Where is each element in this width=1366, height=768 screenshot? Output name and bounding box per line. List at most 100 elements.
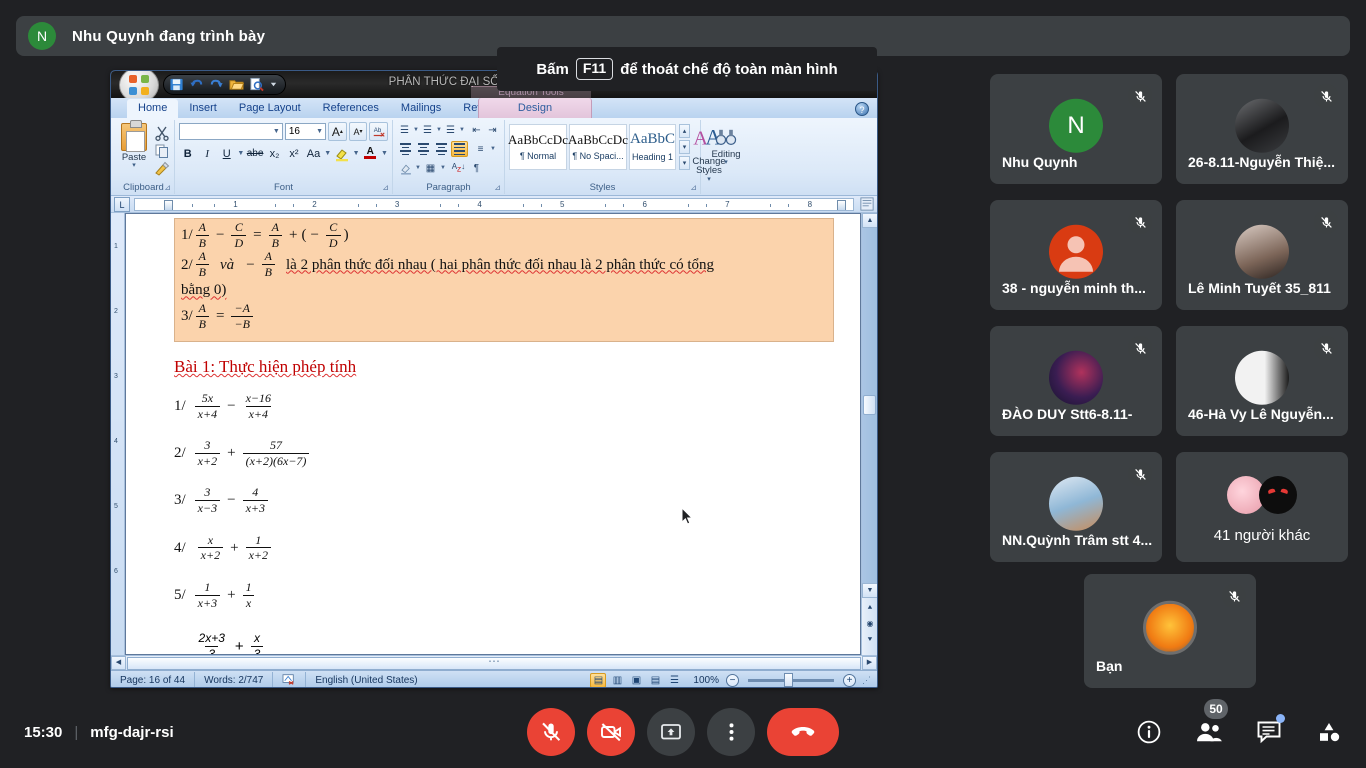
paragraph-dialog-launcher[interactable]: ⊿ xyxy=(494,183,501,192)
horizontal-ruler[interactable]: 1 2 3 4 5 6 7 8 xyxy=(134,197,854,211)
participant-tile-5[interactable]: 46-Hà Vy Lê Nguyễn... xyxy=(1176,326,1348,436)
ruler-row[interactable]: L 1 2 3 4 5 6 7 8 xyxy=(111,196,877,213)
zoom-slider-handle[interactable] xyxy=(784,673,794,687)
more-options-button[interactable] xyxy=(707,708,755,756)
change-case-button[interactable]: Aa xyxy=(305,144,322,163)
participant-tile-6[interactable]: NN.Quỳnh Trâm stt 4... xyxy=(990,452,1162,562)
borders-icon[interactable]: ▦ xyxy=(422,160,439,176)
select-browse-object-button[interactable]: ◉ xyxy=(864,619,876,631)
cut-icon[interactable] xyxy=(154,125,170,141)
left-indent-marker[interactable] xyxy=(163,199,173,210)
multilevel-list-icon[interactable]: ☰ xyxy=(443,122,458,138)
change-case-dropdown-icon[interactable]: ▼ xyxy=(324,150,331,157)
print-layout-icon[interactable]: ▤ xyxy=(590,673,607,687)
document-area[interactable]: 1 2 3 4 5 6 1/ AB − CD = AB + (− C D) … xyxy=(111,213,877,655)
line-spacing-icon[interactable]: ≡ xyxy=(472,141,489,157)
scroll-left-button[interactable]: ◀ xyxy=(111,656,126,670)
clipboard-dialog-launcher[interactable]: ⊿ xyxy=(164,183,171,192)
activities-icon[interactable] xyxy=(1312,715,1346,749)
font-dialog-launcher[interactable]: ⊿ xyxy=(382,183,389,192)
show-everyone-icon[interactable]: 50 xyxy=(1192,699,1228,749)
grow-font-button[interactable]: A ▴ xyxy=(328,122,347,141)
right-indent-marker[interactable] xyxy=(836,199,846,210)
next-page-icon[interactable]: ⯆ xyxy=(864,635,876,647)
bold-button[interactable]: B xyxy=(179,144,196,163)
tab-page-layout[interactable]: Page Layout xyxy=(228,99,312,118)
call-controls[interactable] xyxy=(527,696,839,768)
align-center-icon[interactable] xyxy=(415,141,432,157)
highlight-dropdown-icon[interactable]: ▼ xyxy=(353,150,360,157)
font-color-button[interactable]: A xyxy=(362,144,379,163)
meeting-right-controls[interactable]: 50 xyxy=(1132,696,1346,768)
zoom-in-button[interactable]: + xyxy=(843,674,856,687)
styles-scroll-up-icon[interactable]: ▴ xyxy=(679,124,690,138)
font-color-dropdown-icon[interactable]: ▼ xyxy=(381,150,388,157)
sort-icon[interactable]: AZ↓ xyxy=(450,160,467,176)
tab-selector[interactable]: L xyxy=(114,196,130,212)
end-call-button[interactable] xyxy=(767,708,839,756)
document-page[interactable]: 1/ AB − CD = AB + (− C D) 2/ AB và − A B… xyxy=(125,213,861,655)
help-icon[interactable]: ? xyxy=(855,102,869,116)
styles-gallery-scroll[interactable]: ▴ ▾ ▾ xyxy=(679,124,690,170)
draft-icon[interactable]: ☰ xyxy=(666,673,682,687)
status-words[interactable]: Words: 2/747 xyxy=(195,671,274,687)
status-right[interactable]: ▤ ▥ ▣ ▤ ☰ 100% − + ⋰ xyxy=(590,673,877,687)
previous-page-icon[interactable]: ⯅ xyxy=(864,603,876,615)
styles-dialog-launcher[interactable]: ⊿ xyxy=(690,183,697,192)
underline-button[interactable]: U xyxy=(218,144,235,163)
status-page[interactable]: Page: 16 of 44 xyxy=(111,671,196,687)
bullets-icon[interactable]: ☰ xyxy=(397,122,412,138)
participant-tile-3[interactable]: Lê Minh Tuyết 35_811 xyxy=(1176,200,1348,310)
shrink-font-button[interactable]: A ▾ xyxy=(348,122,368,141)
scroll-down-button[interactable]: ▼ xyxy=(862,583,877,598)
clear-formatting-icon[interactable]: Ab xyxy=(369,122,388,141)
self-view-tile[interactable]: Bạn xyxy=(1084,574,1256,688)
scroll-thumb[interactable] xyxy=(863,395,876,415)
outline-icon[interactable]: ▤ xyxy=(647,673,663,687)
style-normal[interactable]: AaBbCcDc ¶ Normal xyxy=(508,124,568,170)
numbering-icon[interactable]: ☰ xyxy=(420,122,435,138)
font-size-combo[interactable]: 16 ▼ xyxy=(284,123,327,140)
italic-button[interactable]: I xyxy=(198,144,215,163)
tab-home[interactable]: Home xyxy=(127,99,179,118)
status-language[interactable]: English (United States) xyxy=(306,672,426,688)
increase-indent-icon[interactable]: ⇥ xyxy=(485,122,500,138)
zoom-level[interactable]: 100% xyxy=(693,675,719,686)
tab-references[interactable]: References xyxy=(312,99,390,118)
word-status-bar[interactable]: Page: 16 of 44 Words: 2/747 English (Uni… xyxy=(111,670,877,688)
tab-insert[interactable]: Insert xyxy=(178,99,228,118)
zoom-out-button[interactable]: − xyxy=(726,674,739,687)
word-window[interactable]: PHÂN THỨC ĐẠI SỐ.... - Microsoft Word Eq… xyxy=(110,70,878,688)
justify-icon[interactable] xyxy=(451,141,468,157)
tab-mailings[interactable]: Mailings xyxy=(390,99,452,118)
align-right-icon[interactable] xyxy=(433,141,450,157)
style-no-spacing[interactable]: AaBbCcDc ¶ No Spaci... xyxy=(568,124,628,170)
present-screen-button[interactable] xyxy=(647,708,695,756)
align-left-icon[interactable] xyxy=(397,141,414,157)
proofing-errors-icon[interactable] xyxy=(273,671,307,687)
scroll-right-button[interactable]: ▶ xyxy=(862,656,877,670)
participant-tile-1[interactable]: 26-8.11-Nguyễn Thiệ... xyxy=(1176,74,1348,184)
shading-icon[interactable] xyxy=(397,160,414,176)
vertical-scrollbar[interactable]: ▲ ▼ ⯅ ◉ ⯆ xyxy=(861,213,877,655)
ribbon[interactable]: Paste ▾ Clipboard ⊿ ▼ 16 ▼ A ▴ A ▾ Ab B … xyxy=(111,118,877,196)
scroll-up-button[interactable]: ▲ xyxy=(862,213,877,228)
font-name-combo[interactable]: ▼ xyxy=(179,123,283,140)
superscript-button[interactable]: x² xyxy=(285,144,302,163)
camera-off-button[interactable] xyxy=(587,708,635,756)
mic-off-button[interactable] xyxy=(527,708,575,756)
meeting-details-icon[interactable] xyxy=(1132,715,1166,749)
editing-button[interactable]: Editing ▾ xyxy=(705,128,747,166)
copy-icon[interactable] xyxy=(154,143,170,159)
hscroll-thumb[interactable] xyxy=(127,656,861,670)
format-painter-icon[interactable] xyxy=(154,161,170,177)
styles-more-icon[interactable]: ▾ xyxy=(679,156,690,170)
zoom-slider[interactable] xyxy=(748,673,834,687)
participant-tile-7-others[interactable]: 41 người khác xyxy=(1176,452,1348,562)
participant-tile-2[interactable]: 38 - nguyễn minh th... xyxy=(990,200,1162,310)
horizontal-scrollbar[interactable]: ◀ ▶ xyxy=(111,655,877,670)
chat-icon[interactable] xyxy=(1252,714,1286,749)
strikethrough-button[interactable]: abe xyxy=(246,144,264,163)
ribbon-tabs[interactable]: Home Insert Page Layout References Maili… xyxy=(111,98,877,118)
subscript-button[interactable]: x₂ xyxy=(266,144,283,163)
